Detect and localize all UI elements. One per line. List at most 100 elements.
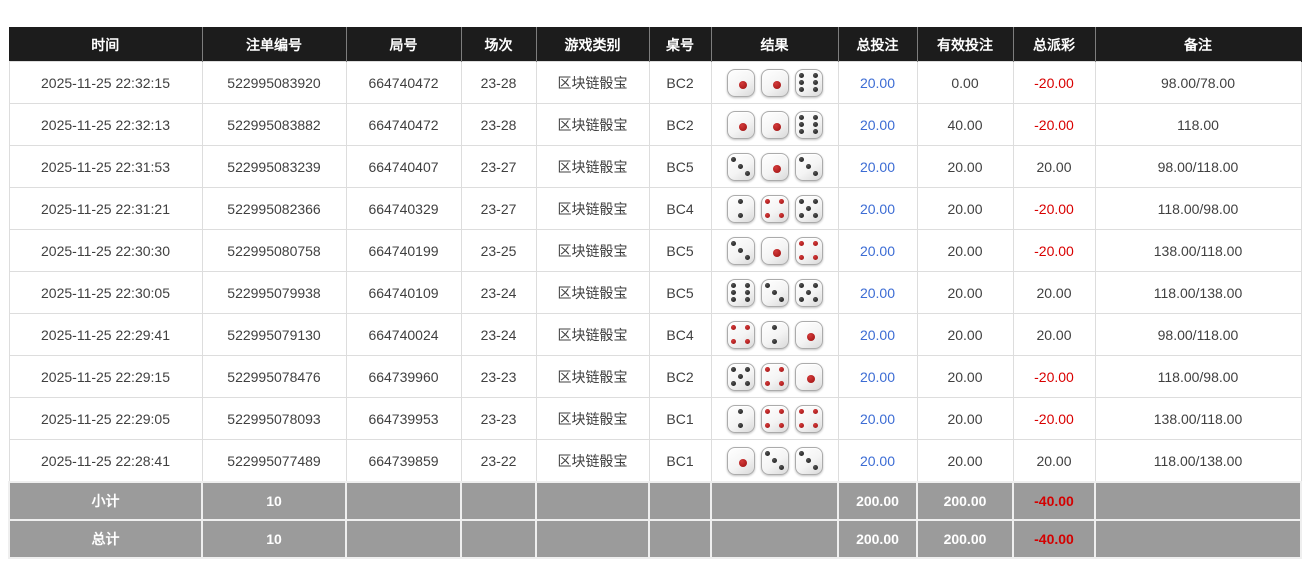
cell-total-bet[interactable]: 20.00 (837, 145, 918, 188)
die-1-icon (760, 110, 789, 139)
cell-table-no: BC2 (648, 355, 712, 398)
cell-table-no: BC2 (648, 61, 712, 104)
summary-result (710, 481, 839, 521)
cell-remark: 98.00/78.00 (1094, 61, 1302, 104)
cell-table-no: BC4 (648, 187, 712, 230)
cell-round-id: 664740109 (345, 271, 462, 314)
cell-bet-id: 522995083882 (201, 103, 347, 146)
summary-session (460, 519, 537, 559)
cell-total-bet[interactable]: 20.00 (837, 103, 918, 146)
cell-result (710, 397, 839, 440)
table-body: 2025-11-25 22:32:15 522995083920 664740472… (8, 61, 1302, 483)
cell-total-bet[interactable]: 20.00 (837, 397, 918, 440)
cell-time: 2025-11-25 22:29:15 (8, 355, 203, 398)
die-5-icon (726, 362, 755, 391)
dice-result (712, 236, 837, 265)
cell-payout: -20.00 (1012, 187, 1096, 230)
cell-session: 23-23 (460, 355, 537, 398)
cell-bet-id: 522995079938 (201, 271, 347, 314)
cell-result (710, 187, 839, 230)
summary-session (460, 481, 537, 521)
cell-session: 23-22 (460, 439, 537, 483)
cell-bet-id: 522995083239 (201, 145, 347, 188)
cell-total-bet[interactable]: 20.00 (837, 439, 918, 483)
summary-row: 小计 10 200.00 200.00 -40.00 (8, 481, 1302, 521)
cell-table-no: BC2 (648, 103, 712, 146)
summary-round (345, 519, 462, 559)
col-header-session: 场次 (461, 27, 537, 62)
cell-time: 2025-11-25 22:32:15 (8, 61, 203, 104)
cell-game-type: 区块链骰宝 (535, 439, 650, 483)
cell-result (710, 355, 839, 398)
summary-valid-bet: 200.00 (916, 481, 1014, 521)
cell-payout: 20.00 (1012, 439, 1096, 483)
cell-round-id: 664740329 (345, 187, 462, 230)
cell-total-bet[interactable]: 20.00 (837, 229, 918, 272)
cell-total-bet[interactable]: 20.00 (837, 61, 918, 104)
cell-bet-id: 522995078476 (201, 355, 347, 398)
cell-game-type: 区块链骰宝 (535, 61, 650, 104)
cell-time: 2025-11-25 22:31:53 (8, 145, 203, 188)
die-1-icon (760, 152, 789, 181)
col-header-remark: 备注 (1095, 27, 1302, 62)
cell-session: 23-24 (460, 271, 537, 314)
cell-total-bet[interactable]: 20.00 (837, 187, 918, 230)
cell-payout: -20.00 (1012, 229, 1096, 272)
summary-payout: -40.00 (1012, 519, 1096, 559)
col-header-valid-bet: 有效投注 (917, 27, 1014, 62)
cell-table-no: BC5 (648, 271, 712, 314)
dice-result (712, 110, 837, 139)
die-3-icon (726, 236, 755, 265)
summary-count: 10 (201, 519, 347, 559)
die-4-icon (760, 194, 789, 223)
cell-valid-bet: 0.00 (916, 61, 1014, 104)
cell-result (710, 103, 839, 146)
die-2-icon (760, 320, 789, 349)
summary-result (710, 519, 839, 559)
col-header-payout: 总派彩 (1013, 27, 1096, 62)
col-header-round-id: 局号 (346, 27, 462, 62)
die-1-icon (760, 236, 789, 265)
cell-time: 2025-11-25 22:28:41 (8, 439, 203, 483)
cell-payout: -20.00 (1012, 397, 1096, 440)
cell-payout: -20.00 (1012, 103, 1096, 146)
die-5-icon (794, 278, 823, 307)
cell-round-id: 664740472 (345, 103, 462, 146)
cell-time: 2025-11-25 22:30:30 (8, 229, 203, 272)
table-row: 2025-11-25 22:30:30 522995080758 664740199… (8, 229, 1302, 272)
summary-total-bet: 200.00 (837, 481, 918, 521)
die-3-icon (794, 446, 823, 475)
die-1-icon (726, 446, 755, 475)
cell-game-type: 区块链骰宝 (535, 145, 650, 188)
cell-total-bet[interactable]: 20.00 (837, 355, 918, 398)
table-row: 2025-11-25 22:29:05 522995078093 664739953… (8, 397, 1302, 440)
cell-remark: 98.00/118.00 (1094, 313, 1302, 356)
cell-valid-bet: 40.00 (916, 103, 1014, 146)
cell-session: 23-24 (460, 313, 537, 356)
cell-valid-bet: 20.00 (916, 313, 1014, 356)
summary-count: 10 (201, 481, 347, 521)
table-row: 2025-11-25 22:29:41 522995079130 664740024… (8, 313, 1302, 356)
table-row: 2025-11-25 22:32:13 522995083882 664740472… (8, 103, 1302, 146)
die-4-icon (760, 362, 789, 391)
col-header-time: 时间 (9, 27, 203, 62)
cell-session: 23-28 (460, 103, 537, 146)
cell-total-bet[interactable]: 20.00 (837, 313, 918, 356)
cell-valid-bet: 20.00 (916, 187, 1014, 230)
dice-result (712, 404, 837, 433)
cell-bet-id: 522995078093 (201, 397, 347, 440)
dice-result (712, 446, 837, 475)
cell-session: 23-27 (460, 187, 537, 230)
die-5-icon (794, 194, 823, 223)
table-row: 2025-11-25 22:29:15 522995078476 664739960… (8, 355, 1302, 398)
die-6-icon (794, 68, 823, 97)
dice-result (712, 362, 837, 391)
cell-result (710, 229, 839, 272)
cell-bet-id: 522995079130 (201, 313, 347, 356)
table-row: 2025-11-25 22:30:05 522995079938 664740109… (8, 271, 1302, 314)
cell-remark: 138.00/118.00 (1094, 229, 1302, 272)
cell-table-no: BC5 (648, 145, 712, 188)
table-row: 2025-11-25 22:31:21 522995082366 664740329… (8, 187, 1302, 230)
cell-total-bet[interactable]: 20.00 (837, 271, 918, 314)
cell-bet-id: 522995083920 (201, 61, 347, 104)
